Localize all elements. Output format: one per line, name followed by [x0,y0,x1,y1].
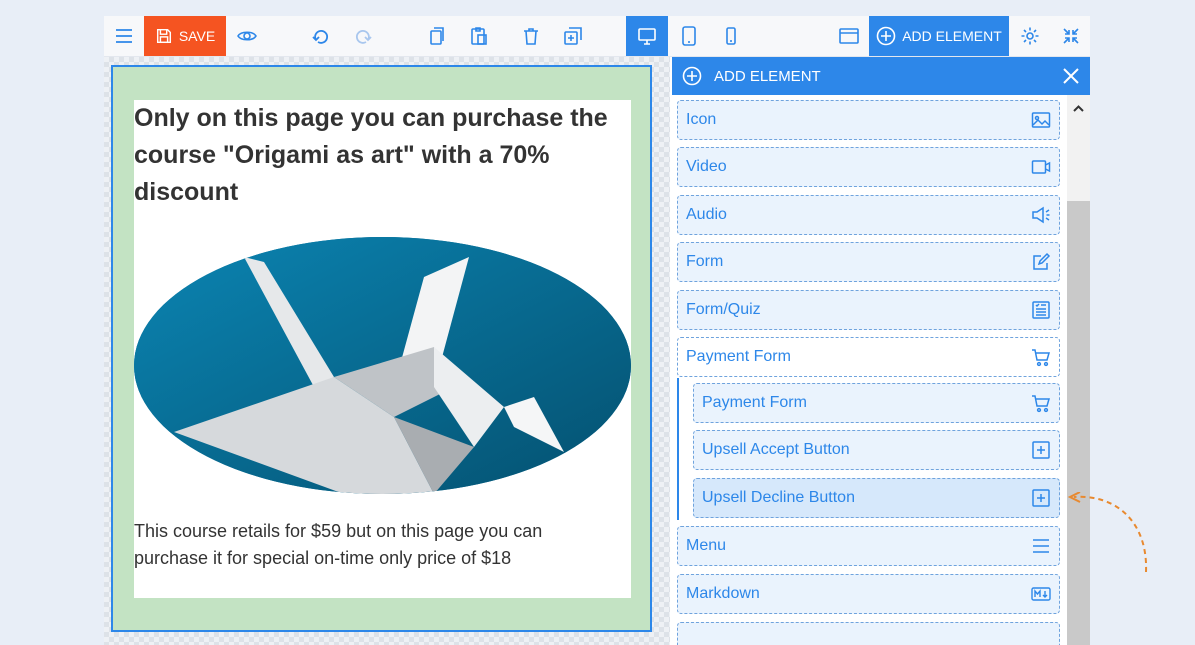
close-icon[interactable] [1062,67,1080,85]
cart-icon [1032,349,1050,367]
gear-icon [1021,27,1039,45]
trash-icon [524,28,538,45]
duplicate-icon [564,27,582,45]
element-item-menu[interactable]: Menu [677,526,1060,566]
element-item-video[interactable]: Video [677,147,1060,187]
markdown-icon [1031,587,1051,601]
editor-canvas: Only on this page you can purchase the c… [104,57,670,645]
save-button[interactable]: SAVE [144,16,226,56]
plus-square-icon [1032,441,1050,459]
page-section[interactable]: Only on this page you can purchase the c… [111,65,652,632]
element-item-partial[interactable] [677,622,1060,645]
hamburger-icon [116,29,132,43]
copy-icon [430,27,444,45]
desktop-icon [638,28,656,45]
tablet-icon [682,26,696,46]
crane-illustration [134,237,631,494]
headline-text[interactable]: Only on this page you can purchase the c… [134,100,614,211]
body-text[interactable]: This course retails for $59 but on this … [134,518,604,572]
element-item-markdown[interactable]: Markdown [677,574,1060,614]
cart-icon [1032,395,1050,413]
element-label: Markdown [686,585,760,602]
element-label: Icon [686,111,717,128]
element-label: Menu [686,537,727,554]
speaker-icon [1032,206,1050,224]
add-element-panel: ADD ELEMENT Icon Video Audio Form Form/Q… [672,57,1090,645]
eye-icon [237,31,257,41]
paste-button[interactable] [462,16,496,56]
editor-app: SAVE ADD ELEMENT Only on this page you c… [104,16,1090,645]
scroll-thumb[interactable] [1067,201,1090,645]
element-label: Upsell Decline Button [702,489,855,506]
desktop-view-button[interactable] [626,16,668,56]
plus-square-icon [1032,489,1050,507]
plus-circle-icon [876,26,896,46]
delete-button[interactable] [514,16,548,56]
element-label: Payment Form [686,348,791,365]
element-label: Form/Quiz [686,301,761,318]
hamburger-menu-button[interactable] [108,16,140,56]
preview-button[interactable] [230,16,264,56]
paste-icon [471,27,487,45]
element-label: Audio [686,206,727,223]
add-element-label: ADD ELEMENT [902,28,1002,44]
element-item-form-quiz[interactable]: Form/Quiz [677,290,1060,330]
element-item-audio[interactable]: Audio [677,195,1060,235]
content-card[interactable]: Only on this page you can purchase the c… [134,100,631,598]
element-list: Icon Video Audio Form Form/Quiz Payment … [672,95,1067,645]
element-item-payment-form[interactable]: Payment Form [693,383,1060,423]
annotation-arrow-icon [1067,492,1148,573]
plus-circle-icon [682,66,702,86]
element-group-payment-form[interactable]: Payment Form [677,337,1060,377]
panel-title: ADD ELEMENT [714,67,821,85]
element-item-upsell-accept-button[interactable]: Upsell Accept Button [693,430,1060,470]
settings-button[interactable] [1013,16,1047,56]
mobile-icon [726,27,736,45]
fullscreen-button[interactable] [1054,16,1088,56]
undo-button[interactable] [304,16,338,56]
element-item-upsell-decline-button[interactable]: Upsell Decline Button [693,478,1060,518]
video-icon [1031,160,1051,174]
quiz-icon [1032,301,1050,319]
add-element-button[interactable]: ADD ELEMENT [869,16,1009,56]
duplicate-button[interactable] [556,16,590,56]
origami-crane-image[interactable] [134,237,631,494]
image-icon [1031,112,1051,128]
floppy-icon [156,28,171,44]
page-settings-button[interactable] [832,16,866,56]
redo-icon [356,30,372,44]
copy-button[interactable] [419,16,453,56]
panel-header: ADD ELEMENT [672,57,1090,95]
element-label: Form [686,253,724,270]
collapse-icon [1063,28,1079,44]
element-label: Upsell Accept Button [702,441,850,458]
group-indicator [677,378,679,520]
browser-window-icon [839,28,859,44]
element-label: Payment Form [702,394,807,411]
tablet-view-button[interactable] [672,16,706,56]
element-item-icon[interactable]: Icon [677,100,1060,140]
mobile-view-button[interactable] [714,16,748,56]
top-toolbar: SAVE ADD ELEMENT [104,16,1090,57]
undo-icon [312,30,328,44]
redo-button[interactable] [346,16,380,56]
element-label: Video [686,158,727,175]
save-label: SAVE [178,28,216,44]
menu-icon [1033,539,1049,553]
chevron-up-icon[interactable] [1073,103,1084,114]
element-item-form[interactable]: Form [677,242,1060,282]
edit-icon [1033,252,1051,270]
